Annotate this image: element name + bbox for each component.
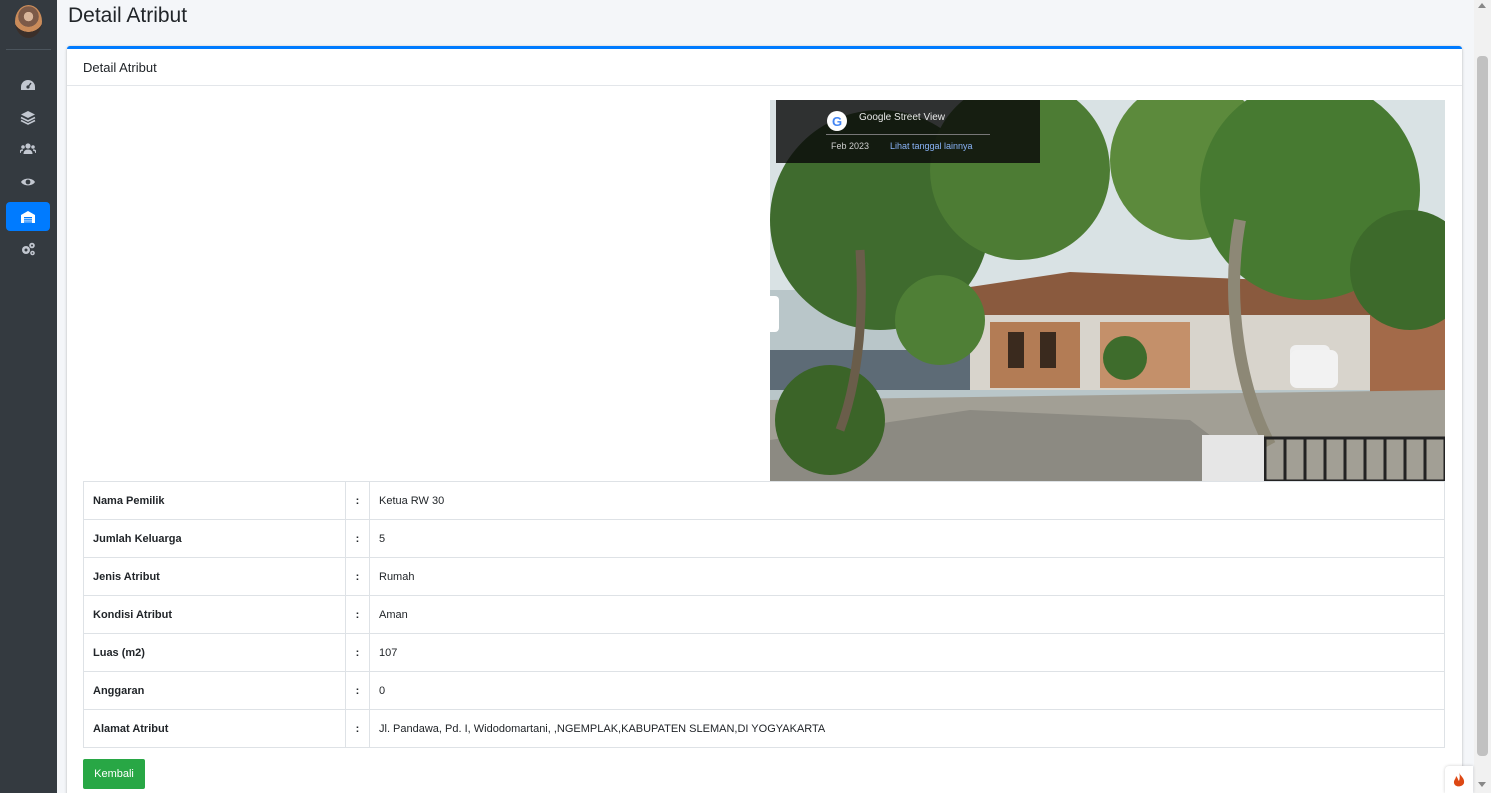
- avatar[interactable]: [15, 5, 42, 38]
- row-separator: :: [345, 519, 370, 558]
- row-label: Jenis Atribut: [83, 557, 346, 596]
- table-row: Alamat Atribut : Jl. Pandawa, Pd. I, Wid…: [83, 709, 1445, 748]
- users-icon: [20, 142, 36, 154]
- row-value: 0: [369, 671, 1445, 710]
- row-separator: :: [345, 709, 370, 748]
- back-button[interactable]: Kembali: [83, 759, 145, 789]
- sidebar-item-settings[interactable]: [6, 234, 50, 263]
- row-value: 107: [369, 633, 1445, 672]
- table-row: Nama Pemilik : Ketua RW 30: [83, 481, 1445, 520]
- panel-collapse-handle[interactable]: [770, 296, 779, 332]
- row-label: Nama Pemilik: [83, 481, 346, 520]
- layers-icon: [20, 110, 36, 125]
- scroll-up-arrow-icon[interactable]: [1478, 3, 1486, 8]
- street-view-label: Google Street View: [859, 112, 945, 123]
- sidebar: [0, 0, 57, 793]
- sidebar-item-layers[interactable]: [6, 102, 50, 131]
- google-logo-icon: G: [827, 111, 847, 131]
- row-separator: :: [345, 595, 370, 634]
- sidebar-item-view[interactable]: [6, 167, 50, 196]
- info-divider: [826, 134, 990, 135]
- row-value: Rumah: [369, 557, 1445, 596]
- row-label: Jumlah Keluarga: [83, 519, 346, 558]
- row-value: 5: [369, 519, 1445, 558]
- more-dates-link[interactable]: Lihat tanggal lainnya: [890, 141, 973, 151]
- row-value: Jl. Pandawa, Pd. I, Widodomartani, ,NGEM…: [369, 709, 1445, 748]
- flame-icon: [1453, 771, 1465, 786]
- scroll-thumb[interactable]: [1477, 56, 1488, 756]
- detail-card: Detail Atribut G Google Street View Feb …: [67, 46, 1462, 793]
- sidebar-item-atribut[interactable]: [6, 202, 50, 231]
- street-view-info-box: G Google Street View Feb 2023 Lihat tang…: [776, 100, 1040, 163]
- row-label: Alamat Atribut: [83, 709, 346, 748]
- row-separator: :: [345, 671, 370, 710]
- row-label: Luas (m2): [83, 633, 346, 672]
- card-header: Detail Atribut: [67, 49, 1462, 86]
- row-value: Aman: [369, 595, 1445, 634]
- table-row: Jumlah Keluarga : 5: [83, 519, 1445, 558]
- scroll-down-arrow-icon[interactable]: [1478, 782, 1486, 787]
- row-value: Ketua RW 30: [369, 481, 1445, 520]
- sidebar-divider: [6, 49, 51, 50]
- row-label: Kondisi Atribut: [83, 595, 346, 634]
- debug-toolbar-badge[interactable]: [1445, 766, 1473, 793]
- row-separator: :: [345, 557, 370, 596]
- dashboard-icon: [21, 79, 35, 90]
- eye-icon: [21, 178, 35, 185]
- detail-table: Nama Pemilik : Ketua RW 30 Jumlah Keluar…: [83, 481, 1445, 748]
- table-row: Kondisi Atribut : Aman: [83, 595, 1445, 634]
- gears-icon: [22, 242, 35, 255]
- warehouse-icon: [21, 210, 35, 223]
- page-title: Detail Atribut: [68, 4, 188, 27]
- sidebar-item-dashboard[interactable]: [6, 70, 50, 99]
- table-row: Luas (m2) : 107: [83, 633, 1445, 672]
- row-separator: :: [345, 481, 370, 520]
- row-separator: :: [345, 633, 370, 672]
- sidebar-item-users[interactable]: [6, 134, 50, 163]
- table-row: Jenis Atribut : Rumah: [83, 557, 1445, 596]
- table-row: Anggaran : 0: [83, 671, 1445, 710]
- street-view-photo[interactable]: G Google Street View Feb 2023 Lihat tang…: [770, 100, 1445, 481]
- page-scrollbar[interactable]: [1474, 0, 1491, 793]
- row-label: Anggaran: [83, 671, 346, 710]
- capture-date: Feb 2023: [831, 141, 870, 151]
